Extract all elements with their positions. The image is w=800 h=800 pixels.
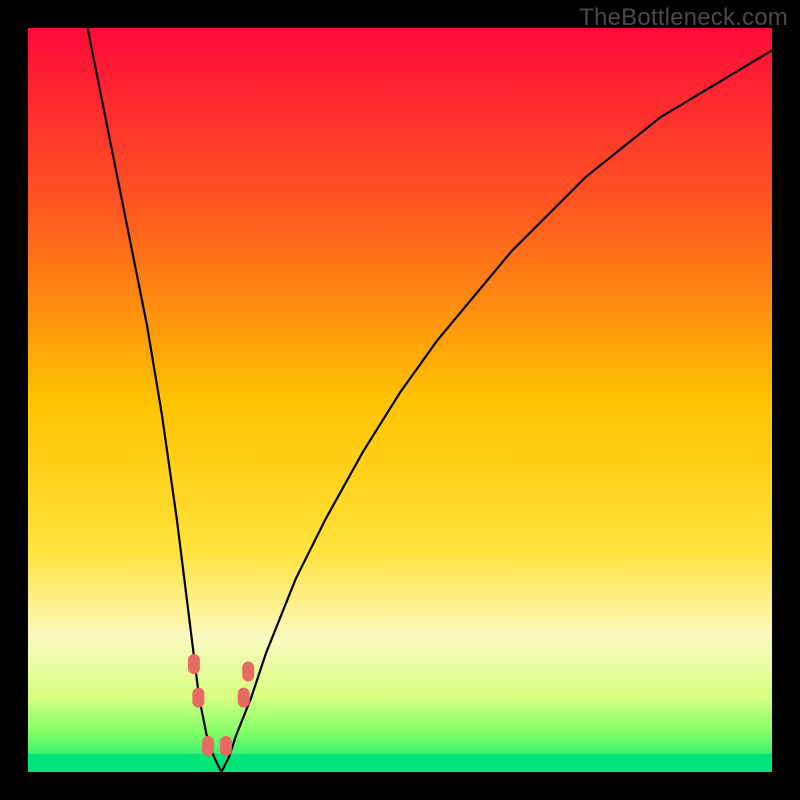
baseline-band: [28, 754, 772, 772]
watermark-text: TheBottleneck.com: [579, 4, 788, 32]
point-min-right: [220, 736, 232, 756]
point-right-lower: [238, 688, 250, 708]
plot-area: [28, 28, 772, 772]
chart-frame: TheBottleneck.com: [0, 0, 800, 800]
point-left-upper: [188, 654, 200, 674]
bottleneck-chart: [28, 28, 772, 772]
point-left-lower: [192, 688, 204, 708]
point-right-upper: [242, 662, 254, 682]
gradient-background: [28, 28, 772, 772]
point-min-left: [202, 736, 214, 756]
